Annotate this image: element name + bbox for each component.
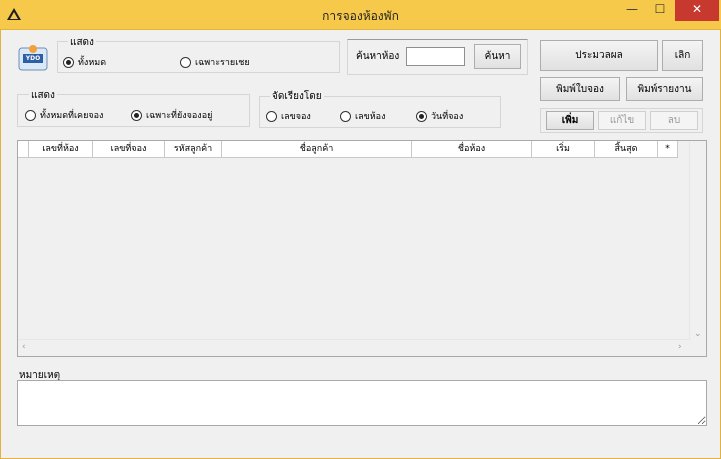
delete-button[interactable]: ลบ bbox=[650, 111, 698, 130]
column-header-booking-no[interactable]: เลขที่จอง bbox=[93, 141, 165, 158]
scroll-down-icon[interactable]: ⌄ bbox=[694, 329, 702, 339]
show-all-label: ทั้งหมด bbox=[78, 58, 107, 68]
add-button[interactable]: เพิ่ม bbox=[546, 111, 594, 130]
close-button[interactable]: ✕ bbox=[675, 0, 719, 21]
radio-unselected-icon bbox=[340, 110, 351, 122]
display-filter-legend: แสดง bbox=[29, 88, 57, 103]
print-receipt-button[interactable]: พิมพ์ใบจอง bbox=[540, 77, 620, 101]
logo-text: YDO bbox=[25, 55, 41, 62]
search-label: ค้นหาห้อง bbox=[356, 51, 400, 62]
app-logo: YDO bbox=[18, 42, 48, 72]
summary-button[interactable]: ประมวลผล bbox=[540, 40, 658, 71]
minimize-button[interactable]: — bbox=[619, 0, 645, 21]
display-active-radio[interactable]: เฉพาะที่ยังจองอยู่ bbox=[131, 108, 212, 122]
radio-selected-icon bbox=[416, 110, 427, 122]
column-header-customer-name[interactable]: ชื่อลูกค้า bbox=[222, 141, 412, 158]
sort-by-date-label: วันที่จอง bbox=[431, 112, 464, 122]
display-all-history-label: ทั้งหมดที่เคยจอง bbox=[40, 111, 104, 121]
show-all-radio[interactable]: ทั้งหมด bbox=[63, 55, 106, 69]
column-header-room-no[interactable]: เลขที่ห้อง bbox=[29, 141, 93, 158]
display-all-history-radio[interactable]: ทั้งหมดที่เคยจอง bbox=[25, 108, 103, 122]
column-header-start[interactable]: เริ่ม bbox=[532, 141, 595, 158]
exit-button[interactable]: เลิก bbox=[662, 40, 703, 71]
maximize-button[interactable]: ☐ bbox=[647, 0, 673, 21]
column-header-extra[interactable]: * bbox=[658, 141, 678, 158]
edit-button[interactable]: แก้ไข bbox=[598, 111, 646, 130]
grid-vertical-scrollbar[interactable]: ⌄ bbox=[689, 141, 706, 341]
notes-textarea[interactable] bbox=[17, 380, 707, 426]
row-header-corner bbox=[18, 141, 29, 158]
search-input[interactable] bbox=[406, 47, 465, 66]
sort-by-booking-label: เลขจอง bbox=[281, 112, 311, 122]
radio-unselected-icon bbox=[25, 109, 36, 121]
scroll-right-icon[interactable]: › bbox=[678, 342, 682, 352]
sort-by-room-radio[interactable]: เลขห้อง bbox=[340, 109, 385, 123]
radio-unselected-icon bbox=[266, 110, 277, 122]
bookings-grid[interactable]: เลขที่ห้อง เลขที่จอง รหัสลูกค้า ชื่อลูกค… bbox=[17, 140, 707, 357]
sort-legend: จัดเรียงโดย bbox=[270, 89, 324, 104]
radio-selected-icon bbox=[131, 109, 142, 121]
sort-by-booking-radio[interactable]: เลขจอง bbox=[266, 109, 311, 123]
column-header-room-name[interactable]: ชื่อห้อง bbox=[412, 141, 532, 158]
grid-horizontal-scrollbar[interactable]: ‹ › bbox=[18, 339, 690, 356]
show-debtors-label: เฉพาะรายเชย bbox=[195, 58, 250, 68]
sort-by-room-label: เลขห้อง bbox=[355, 112, 386, 122]
show-debtors-radio[interactable]: เฉพาะรายเชย bbox=[180, 55, 250, 69]
sort-by-date-radio[interactable]: วันที่จอง bbox=[416, 109, 463, 123]
search-button[interactable]: ค้นหา bbox=[474, 44, 521, 69]
window-title: การจองห้องพัก bbox=[322, 9, 399, 23]
radio-unselected-icon bbox=[180, 56, 191, 68]
display-active-label: เฉพาะที่ยังจองอยู่ bbox=[146, 111, 213, 121]
show-filter-legend: แสดง bbox=[68, 35, 96, 50]
column-header-end[interactable]: สิ้นสุด bbox=[595, 141, 658, 158]
column-header-customer-id[interactable]: รหัสลูกค้า bbox=[165, 141, 222, 158]
print-report-button[interactable]: พิมพ์รายงาน bbox=[626, 77, 703, 101]
radio-selected-icon bbox=[63, 56, 74, 68]
scroll-left-icon[interactable]: ‹ bbox=[22, 342, 26, 352]
